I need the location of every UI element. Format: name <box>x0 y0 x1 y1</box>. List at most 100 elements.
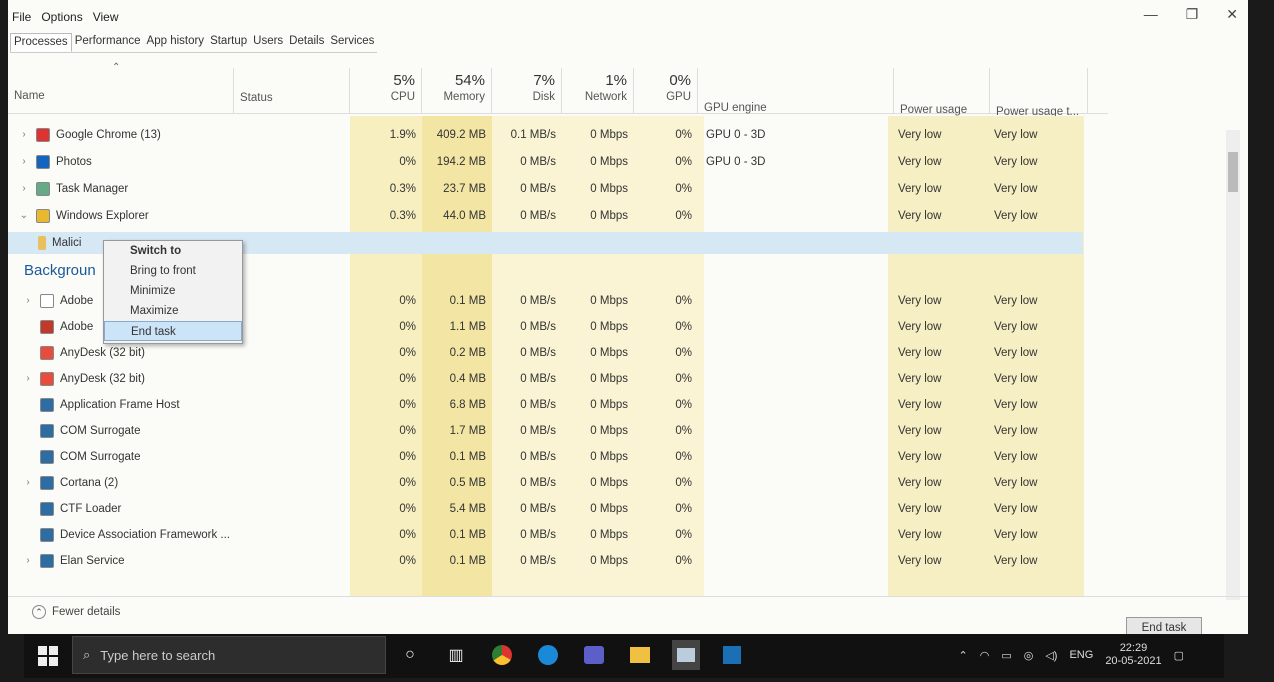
process-row[interactable]: CTF Loader 0% 5.4 MB 0 MB/s 0 Mbps 0% Very low… <box>8 496 1108 522</box>
cortana-icon <box>40 476 54 490</box>
footer-bar: ⌃ Fewer details End task <box>8 596 1248 634</box>
end-task-button[interactable]: End task <box>1126 617 1202 634</box>
col-memory[interactable]: 54% Memory <box>422 68 492 114</box>
power-trend-value: Very low <box>994 451 1038 463</box>
volume-icon[interactable]: ◁) <box>1045 649 1057 662</box>
disk-value: 0 MB/s <box>520 503 556 515</box>
process-row[interactable]: › Cortana (2) 0% 0.5 MB 0 MB/s 0 Mbps 0% Very l… <box>8 470 1108 496</box>
cortana-circle-icon[interactable]: ○ <box>396 640 424 670</box>
expand-chevron-icon[interactable]: › <box>22 470 34 496</box>
process-row[interactable]: ⌄ Windows Explorer 0.3% 44.0 MB 0 MB/s 0 Mbps… <box>8 203 1108 229</box>
process-name-cell: Application Frame Host <box>22 392 322 418</box>
fewer-details-link[interactable]: ⌃ Fewer details <box>32 605 120 619</box>
edge-icon[interactable] <box>534 640 562 670</box>
col-name-label: Name <box>14 90 45 102</box>
restore-button[interactable]: ❐ <box>1186 6 1199 23</box>
chevron-up-icon: ⌃ <box>32 605 46 619</box>
cpu-value: 0% <box>399 451 416 463</box>
process-row[interactable]: › Google Chrome (13) 1.9% 409.2 MB 0.1 MB/s 0… <box>8 122 1108 148</box>
scrollbar-thumb[interactable] <box>1228 152 1238 192</box>
anydesk-icon <box>40 346 54 360</box>
windows-start-icon[interactable] <box>38 646 58 666</box>
gpu-engine-value: GPU 0 - 3D <box>706 129 766 141</box>
ctx-switch-to[interactable]: Switch to <box>104 241 242 261</box>
photos-icon <box>36 155 50 169</box>
menu-file[interactable]: File <box>12 10 31 26</box>
teams-icon[interactable] <box>580 640 608 670</box>
tab-performance[interactable]: Performance <box>72 33 144 52</box>
col-power[interactable]: Power usage <box>894 68 990 116</box>
cpu-value: 0% <box>399 503 416 515</box>
process-row[interactable]: Application Frame Host 0% 6.8 MB 0 MB/s 0 Mb… <box>8 392 1108 418</box>
tab-users[interactable]: Users <box>250 33 286 52</box>
search-placeholder: Type here to search <box>100 647 216 663</box>
tab-details[interactable]: Details <box>286 33 327 52</box>
gpu-value: 0% <box>675 210 692 222</box>
memory-value: 44.0 MB <box>443 210 486 222</box>
expand-chevron-icon[interactable]: › <box>22 548 34 574</box>
tab-processes[interactable]: Processes <box>10 33 72 52</box>
process-name-cell: › Google Chrome (13) <box>18 122 318 148</box>
disk-value: 0 MB/s <box>520 399 556 411</box>
process-row[interactable]: › AnyDesk (32 bit) 0% 0.4 MB 0 MB/s 0 Mbps 0% V… <box>8 366 1108 392</box>
gpu-value: 0% <box>675 321 692 333</box>
gpu-total: 0% <box>669 72 691 89</box>
chevron-up-tray-icon[interactable]: ⌃ <box>959 649 968 662</box>
tab-startup[interactable]: Startup <box>207 33 250 52</box>
window-controls: — ❐ ✕ <box>1144 6 1238 23</box>
col-gpu[interactable]: 0% GPU <box>634 68 698 114</box>
location-icon[interactable]: ◎ <box>1024 649 1034 662</box>
ctx-bring-to-front[interactable]: Bring to front <box>104 261 242 281</box>
col-gpu-engine[interactable]: GPU engine <box>698 68 894 114</box>
tab-app-history[interactable]: App history <box>144 33 208 52</box>
photos-taskbar-icon[interactable] <box>718 640 746 670</box>
disk-value: 0 MB/s <box>520 373 556 385</box>
expand-chevron-icon[interactable]: › <box>22 366 34 392</box>
selected-child-row[interactable]: Malici <box>38 232 81 254</box>
close-button[interactable]: ✕ <box>1226 6 1238 23</box>
power-trend-value: Very low <box>994 373 1038 385</box>
process-row[interactable]: › Elan Service 0% 0.1 MB 0 MB/s 0 Mbps 0% Very … <box>8 548 1108 574</box>
file-explorer-icon[interactable] <box>626 640 654 670</box>
expand-chevron-icon[interactable]: ⌄ <box>18 203 30 229</box>
cpu-value: 0% <box>399 555 416 567</box>
menu-options[interactable]: Options <box>41 10 82 26</box>
ctx-maximize[interactable]: Maximize <box>104 301 242 321</box>
task-view-icon[interactable]: ▥ <box>442 640 470 670</box>
expand-chevron-icon[interactable]: › <box>18 122 30 148</box>
process-name: Application Frame Host <box>60 399 180 411</box>
process-row[interactable]: › Task Manager 0.3% 23.7 MB 0 MB/s 0 Mbps 0% Ve… <box>8 176 1108 202</box>
taskbar-search-box[interactable]: ⌕ Type here to search <box>72 636 386 674</box>
tab-services[interactable]: Services <box>327 33 377 52</box>
col-cpu[interactable]: 5% CPU <box>350 68 422 114</box>
wifi-icon[interactable]: ◠ <box>980 649 990 662</box>
col-network[interactable]: 1% Network <box>562 68 634 114</box>
language-indicator[interactable]: ENG <box>1069 649 1093 661</box>
expand-chevron-icon[interactable]: › <box>18 149 30 175</box>
clock[interactable]: 22:29 20-05-2021 <box>1105 642 1161 668</box>
ctx-minimize[interactable]: Minimize <box>104 281 242 301</box>
process-row[interactable]: COM Surrogate 0% 1.7 MB 0 MB/s 0 Mbps 0% Very … <box>8 418 1108 444</box>
chrome-icon[interactable] <box>488 640 516 670</box>
network-value: 0 Mbps <box>590 321 628 333</box>
col-status[interactable]: Status <box>234 68 350 114</box>
expand-chevron-icon[interactable]: › <box>22 288 34 314</box>
process-name-cell: CTF Loader <box>22 496 322 522</box>
process-row[interactable]: COM Surrogate 0% 0.1 MB 0 MB/s 0 Mbps 0% Very … <box>8 444 1108 470</box>
vertical-scrollbar[interactable] <box>1226 130 1240 600</box>
notification-icon[interactable]: ▢ <box>1174 649 1184 662</box>
col-disk[interactable]: 7% Disk <box>492 68 562 114</box>
menu-view[interactable]: View <box>93 10 119 26</box>
battery-icon[interactable]: ▭ <box>1001 649 1011 662</box>
task-manager-taskbar-icon[interactable] <box>672 640 700 670</box>
col-power-trend[interactable]: Power usage t... <box>990 68 1088 118</box>
ctx-end-task[interactable]: End task <box>104 321 242 341</box>
expand-chevron-icon[interactable]: › <box>18 176 30 202</box>
anydesk-icon <box>40 372 54 386</box>
process-row[interactable]: Device Association Framework ... 0% 0.1 MB… <box>8 522 1108 548</box>
app-frame-icon <box>40 398 54 412</box>
col-name[interactable]: Name <box>8 68 234 114</box>
gpu-value: 0% <box>675 373 692 385</box>
minimize-button[interactable]: — <box>1144 6 1158 23</box>
process-row[interactable]: › Photos 0% 194.2 MB 0 MB/s 0 Mbps 0% GPU 0 - 3… <box>8 149 1108 175</box>
